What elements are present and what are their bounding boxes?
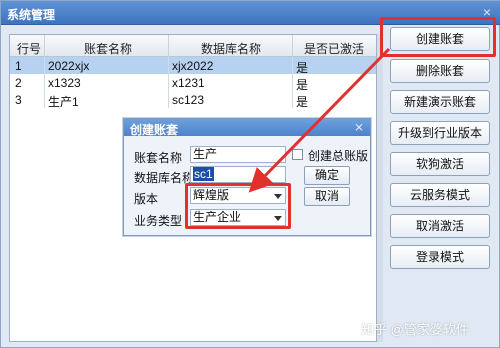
login-mode-button[interactable]: 登录模式 [390,245,490,269]
table-row[interactable]: 3 生产1 sc123 是 [10,91,376,109]
grid-header: 行号 账套名称 数据库名称 是否已激活 [10,35,376,57]
db-name: x1231 [172,76,205,90]
dialog-title: 创建账套 [130,123,179,137]
create-button-highlight [380,17,496,57]
softdog-activate-button[interactable]: 软狗激活 [390,152,490,176]
watermark: 知乎 @管家婆软件 [361,322,469,337]
db-name-field[interactable]: sc1 [190,166,286,183]
label-account-name: 账套名称 [134,151,183,165]
delete-account-button[interactable]: 删除账套 [390,59,490,83]
version-biz-highlight [185,183,291,229]
row-no: 1 [15,59,22,73]
header-account-name[interactable]: 账套名称 [46,40,170,57]
system-management-window: 系统管理 × 行号 账套名称 数据库名称 是否已激活 1 2022xjx xjx… [0,0,500,348]
grid-scrollbar[interactable] [377,34,383,342]
account-name-field[interactable]: 生产 [190,146,286,163]
label-business-type: 业务类型 [134,214,183,228]
table-row[interactable]: 2 x1323 x1231 是 [10,74,376,92]
db-name: xjx2022 [172,59,214,73]
row-no: 2 [15,76,22,90]
ok-button[interactable]: 确定 [304,166,350,185]
label-version: 版本 [134,192,159,206]
header-db-name[interactable]: 数据库名称 [170,40,292,57]
account-name: 2022xjx [48,59,90,73]
header-activated[interactable]: 是否已激活 [294,40,374,57]
db-name-value: sc1 [193,167,214,181]
header-row-no[interactable]: 行号 [16,40,42,57]
upgrade-industry-button[interactable]: 升级到行业版本 [390,121,490,145]
create-ledger-checkbox[interactable] [292,149,303,160]
row-no: 3 [15,93,22,107]
account-name: 生产1 [48,95,79,109]
cloud-service-button[interactable]: 云服务模式 [390,183,490,207]
account-name-value: 生产 [193,147,218,161]
dialog-close-icon[interactable]: ⨯ [354,120,364,134]
cancel-button[interactable]: 取消 [304,187,350,206]
window-title: 系统管理 [7,8,56,22]
create-ledger-label: 创建总账版 [308,149,369,163]
cancel-activation-button[interactable]: 取消激活 [390,214,490,238]
new-demo-account-button[interactable]: 新建演示账套 [390,90,490,114]
db-name: sc123 [172,93,205,107]
activated: 是 [296,95,309,109]
account-name: x1323 [48,76,81,90]
dialog-titlebar: 创建账套 ⨯ [124,119,370,137]
table-row[interactable]: 1 2022xjx xjx2022 是 [10,57,376,75]
